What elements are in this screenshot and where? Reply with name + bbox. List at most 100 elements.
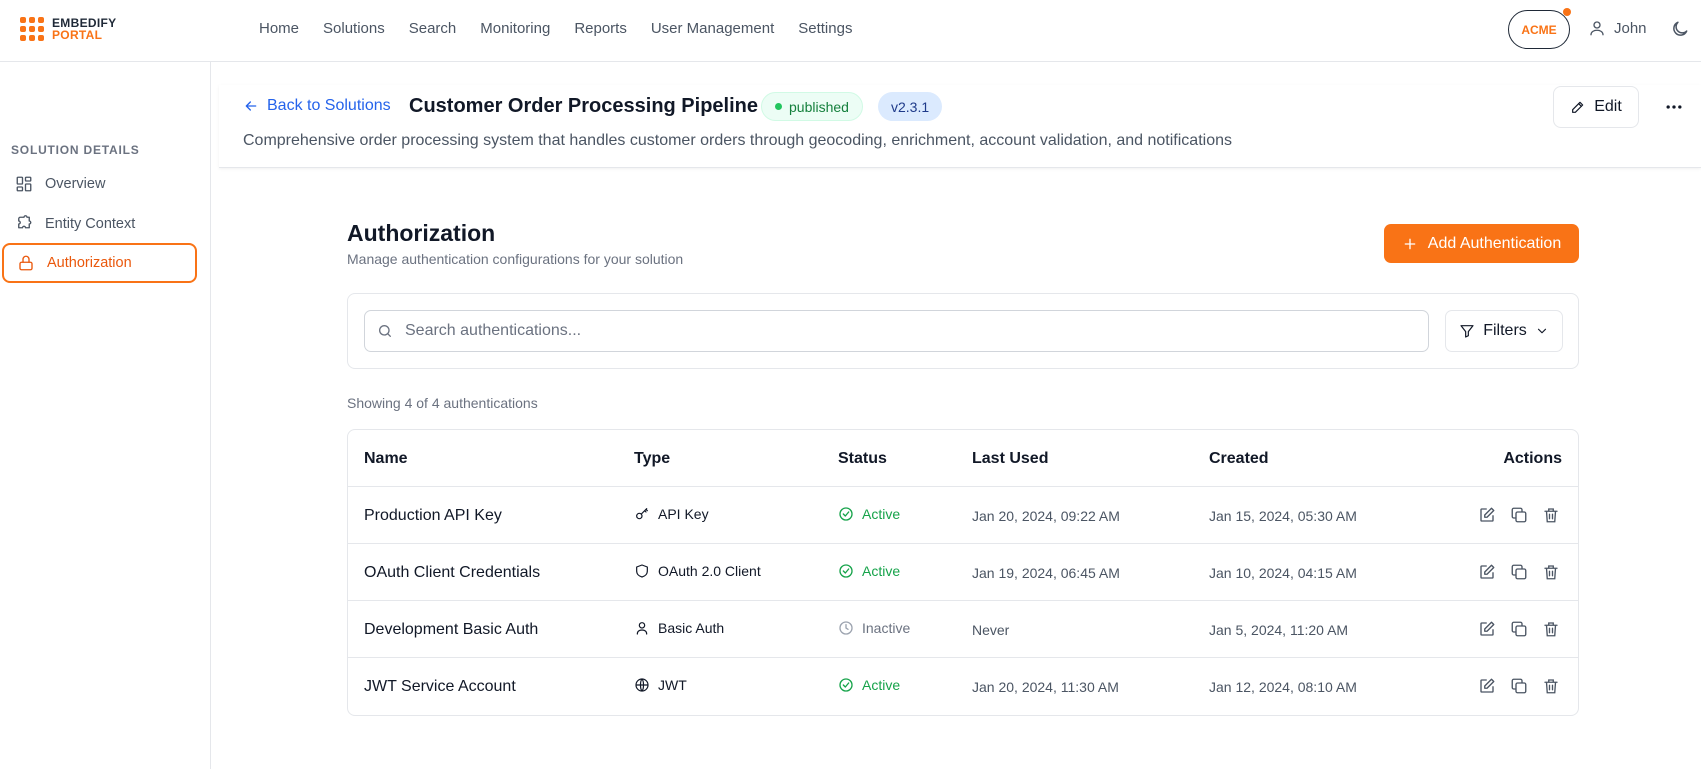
solution-description: Comprehensive order processing system th… [243,132,1232,149]
org-switcher[interactable]: ACME [1508,10,1570,49]
status-label: Active [862,506,901,522]
col-created[interactable]: Created [1209,450,1269,468]
copy-icon[interactable] [1510,506,1528,524]
section-subtitle: Manage authentication configurations for… [347,251,684,267]
logo-grid-icon [20,17,44,41]
top-navbar: EMBEDIFY PORTAL Home Solutions Search Mo… [0,0,1701,62]
results-count: Showing 4 of 4 authentications [347,395,538,411]
grid-icon [15,175,33,193]
col-status[interactable]: Status [838,450,887,468]
check-circle-icon [838,563,854,579]
sidebar-item-authorization[interactable]: Authorization [2,243,197,283]
chevron-down-icon [1535,324,1549,338]
col-name[interactable]: Name [364,450,408,468]
back-link-label: Back to Solutions [267,97,391,114]
trash-icon[interactable] [1542,620,1560,638]
user-menu[interactable]: John [1588,19,1647,37]
filters-button[interactable]: Filters [1445,310,1563,352]
nav-monitoring[interactable]: Monitoring [480,20,550,37]
edit-button-label: Edit [1594,98,1622,115]
row-actions [1478,677,1560,695]
auth-name: Production API Key [364,507,502,524]
edit-icon[interactable] [1478,506,1496,524]
sidebar-item-label: Entity Context [45,216,136,232]
last-used: Jan 19, 2024, 06:45 AM [972,565,1120,581]
clock-icon [838,620,854,636]
copy-icon[interactable] [1510,563,1528,581]
col-last-used[interactable]: Last Used [972,450,1048,468]
row-actions [1478,563,1560,581]
sidebar-item-overview[interactable]: Overview [2,164,197,204]
last-used: Jan 20, 2024, 11:30 AM [972,679,1119,695]
auth-type-label: JWT [658,677,687,693]
nav-home[interactable]: Home [259,20,299,37]
auth-type-label: OAuth 2.0 Client [658,563,761,579]
check-circle-icon [838,506,854,522]
status-label: Inactive [862,620,911,636]
search-icon [377,323,393,339]
notification-dot [1563,8,1571,16]
add-authentication-button[interactable]: Add Authentication [1384,224,1579,263]
status-label: Active [862,563,901,579]
table-header: Name Type Status Last Used Created Actio… [348,430,1578,487]
arrow-left-icon [243,98,259,114]
created-date: Jan 15, 2024, 05:30 AM [1209,508,1357,524]
auth-type-label: Basic Auth [658,620,725,636]
sidebar-item-entity-context[interactable]: Entity Context [2,204,197,244]
table-row[interactable]: Production API Key API Key Active Jan 20… [348,487,1578,544]
filters-label: Filters [1483,322,1527,339]
sidebar-item-label: Overview [45,176,106,192]
key-icon [634,506,650,522]
auth-type: Basic Auth [634,620,724,636]
plus-icon [1402,236,1418,252]
trash-icon[interactable] [1542,563,1560,581]
search-input[interactable] [405,322,1405,340]
status-badge: Inactive [838,620,910,636]
auth-name: JWT Service Account [364,678,516,695]
edit-button[interactable]: Edit [1553,86,1639,128]
col-type[interactable]: Type [634,450,670,468]
auth-type-label: API Key [658,506,709,522]
trash-icon[interactable] [1542,506,1560,524]
table-row[interactable]: JWT Service Account JWT Active Jan 20, 2… [348,658,1578,715]
version-badge: v2.3.1 [878,92,943,121]
edit-icon[interactable] [1478,563,1496,581]
more-horizontal-icon [1664,97,1684,117]
solution-header: Back to Solutions Customer Order Process… [219,85,1701,168]
shield-icon [634,563,650,579]
table-row[interactable]: Development Basic Auth Basic Auth Inacti… [348,601,1578,658]
status-badge-label: published [789,98,849,115]
sidebar: SOLUTION DETAILS Overview Entity Context… [0,62,211,769]
last-used: Jan 20, 2024, 09:22 AM [972,508,1120,524]
nav-search[interactable]: Search [409,20,457,37]
nav-user-management[interactable]: User Management [651,20,774,37]
auth-type: JWT [634,677,687,693]
copy-icon[interactable] [1510,677,1528,695]
more-options-button[interactable] [1653,86,1695,128]
edit-icon[interactable] [1478,677,1496,695]
trash-icon[interactable] [1542,677,1560,695]
last-used: Never [972,622,1010,638]
pencil-icon [1570,99,1586,115]
section-title: Authorization [347,220,496,246]
edit-icon[interactable] [1478,620,1496,638]
back-to-solutions-link[interactable]: Back to Solutions [243,97,391,115]
dark-mode-toggle[interactable] [1670,19,1690,39]
user-name: John [1614,19,1647,37]
status-dot [775,103,782,110]
main-nav: Home Solutions Search Monitoring Reports… [259,20,852,37]
copy-icon[interactable] [1510,620,1528,638]
col-actions: Actions [1503,450,1562,467]
nav-reports[interactable]: Reports [574,20,627,37]
nav-solutions[interactable]: Solutions [323,20,385,37]
puzzle-icon [15,215,33,233]
nav-settings[interactable]: Settings [798,20,852,37]
globe-icon [634,677,650,693]
table-row[interactable]: OAuth Client Credentials OAuth 2.0 Clien… [348,544,1578,601]
user-icon [1588,19,1606,37]
sidebar-item-label: Authorization [47,255,132,271]
auth-name: OAuth Client Credentials [364,564,541,581]
created-date: Jan 12, 2024, 08:10 AM [1209,679,1357,695]
auth-type: OAuth 2.0 Client [634,563,761,579]
brand-logo[interactable]: EMBEDIFY PORTAL [20,17,116,41]
